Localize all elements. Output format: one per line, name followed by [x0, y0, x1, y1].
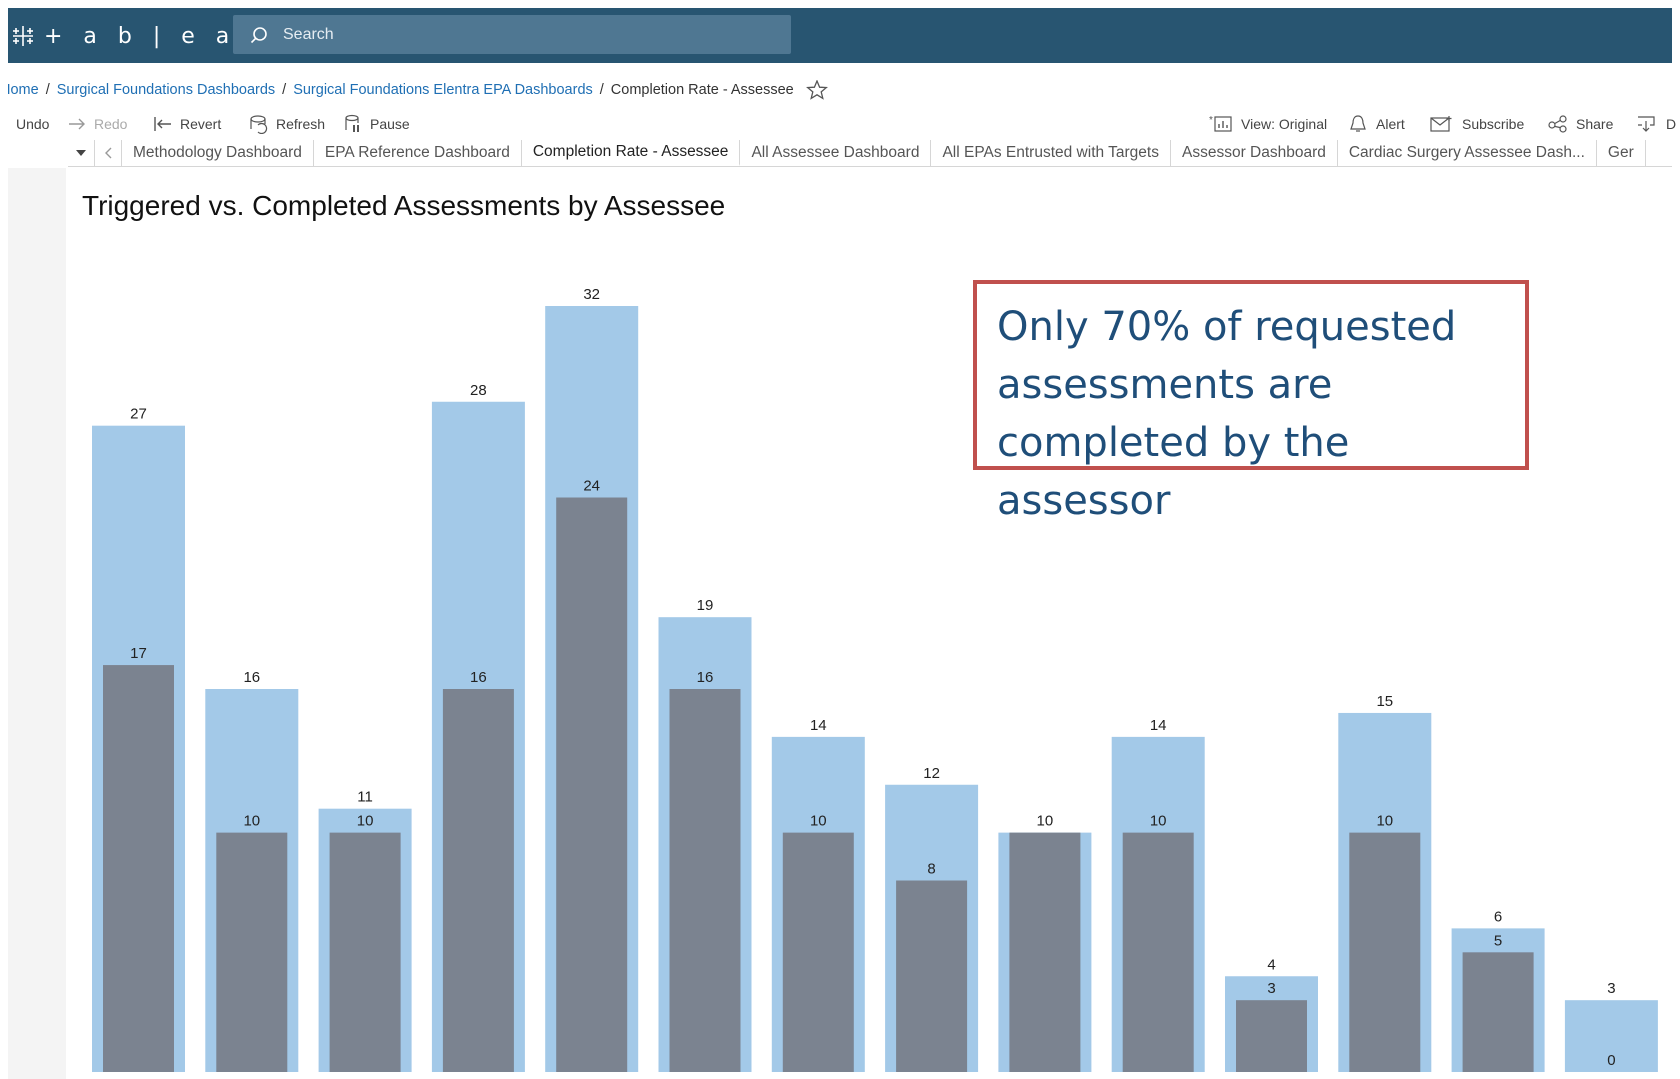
completed-bar [556, 497, 628, 1072]
completed-bar [669, 689, 741, 1072]
triggered-data-label: 32 [583, 286, 600, 303]
triggered-data-label: 12 [923, 765, 940, 782]
triggered-data-label: 6 [1494, 908, 1502, 925]
triggered-data-label: 14 [1150, 717, 1167, 734]
triggered-data-label: 4 [1267, 956, 1275, 973]
completed-data-label: 8 [927, 861, 935, 878]
completed-data-label: 0 [1607, 1052, 1615, 1069]
triggered-data-label: 27 [130, 406, 147, 423]
completed-data-label: 10 [1376, 813, 1393, 830]
completed-bar [103, 665, 174, 1072]
bar-chart: 27 17 16 10 11 10 28 16 32 24 19 16 14 10 12 8 10 14 10 4 3 1… [92, 286, 1658, 1072]
completed-bar [1462, 952, 1534, 1072]
completed-bar [1009, 832, 1081, 1072]
completed-bar [896, 880, 968, 1072]
triggered-data-label: 10 [1037, 813, 1054, 830]
completed-bar [782, 832, 854, 1072]
triggered-data-label: 28 [470, 382, 487, 399]
triggered-data-label: 15 [1376, 693, 1393, 710]
completed-data-label: 10 [243, 813, 260, 830]
callout-line-1: Only 70% of requested [997, 304, 1457, 350]
completed-data-label: 10 [357, 813, 374, 830]
completed-data-label: 24 [583, 478, 600, 495]
triggered-data-label: 14 [810, 717, 827, 734]
completed-bar [1236, 1000, 1307, 1072]
triggered-data-label: 19 [697, 597, 714, 614]
callout-annotation: Only 70% of requested assessments are co… [973, 280, 1529, 524]
callout-line-3: completed by the assessor [997, 420, 1350, 524]
triggered-data-label: 16 [243, 669, 260, 686]
completed-bar [329, 832, 401, 1072]
triggered-data-label: 3 [1607, 980, 1615, 997]
completed-bar [442, 689, 514, 1072]
completed-data-label: 5 [1494, 932, 1502, 949]
triggered-data-label: 11 [357, 789, 373, 806]
completed-bar [216, 832, 288, 1072]
callout-line-2: assessments are [997, 362, 1333, 408]
completed-data-label: 16 [697, 669, 714, 686]
completed-data-label: 16 [470, 669, 487, 686]
completed-data-label: 10 [1150, 813, 1167, 830]
completed-bar [1122, 832, 1194, 1072]
completed-data-label: 17 [130, 645, 147, 662]
completed-bar [1349, 832, 1421, 1072]
completed-data-label: 3 [1267, 980, 1275, 997]
completed-data-label: 10 [810, 813, 827, 830]
